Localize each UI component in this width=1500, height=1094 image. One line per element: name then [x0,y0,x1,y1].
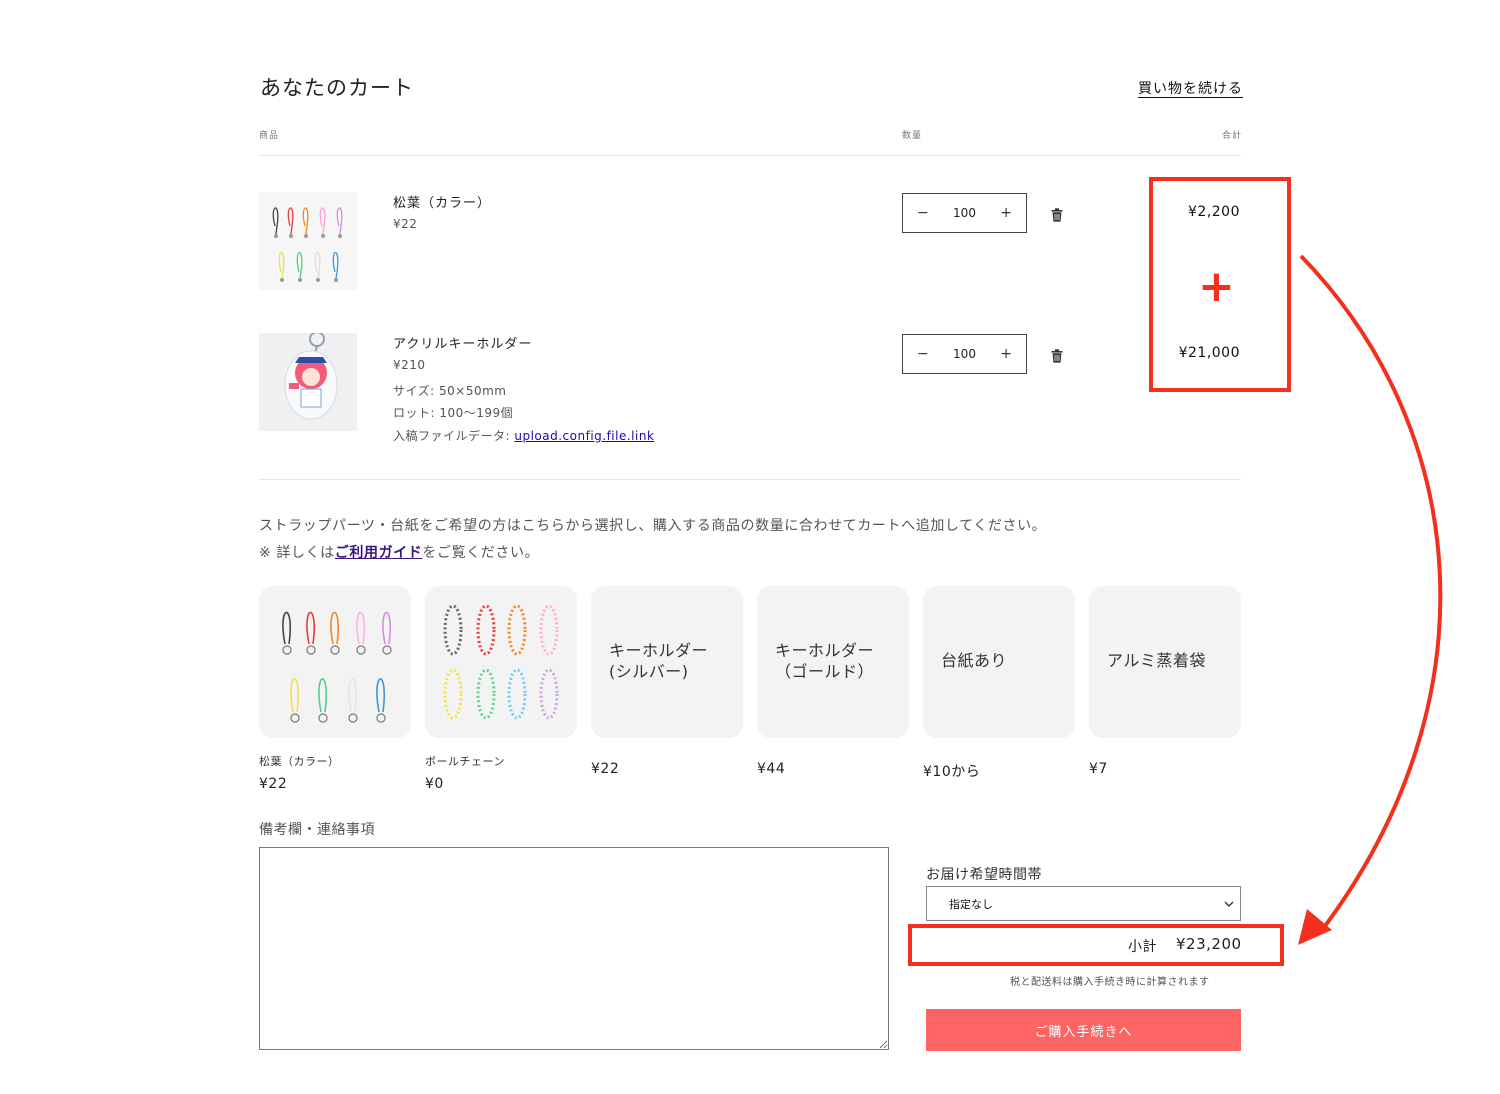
annotation-arrow-icon [1298,254,1443,945]
